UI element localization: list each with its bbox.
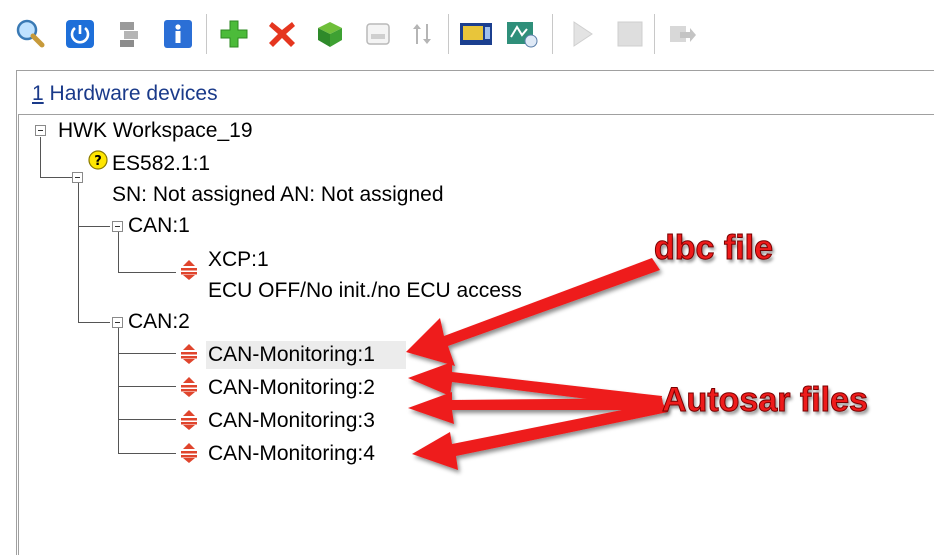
memory-card-icon[interactable] <box>360 16 396 52</box>
tree-node-can-monitoring-1[interactable]: CAN-Monitoring:1 <box>208 343 375 367</box>
toolbar <box>0 0 934 64</box>
hardware-devices-header: 1 Hardware devices <box>32 82 218 106</box>
device-count: 1 <box>32 82 44 105</box>
question-icon: ? <box>88 150 108 170</box>
can-bus-icon <box>180 376 198 398</box>
device-label: Hardware devices <box>43 82 218 105</box>
expand-toggle[interactable] <box>72 172 83 183</box>
search-icon[interactable] <box>12 16 48 52</box>
tree-line <box>118 328 119 454</box>
tree-line <box>118 272 176 273</box>
delete-icon[interactable] <box>264 16 300 52</box>
open-box-icon[interactable] <box>312 16 348 52</box>
export-icon[interactable] <box>664 16 700 52</box>
can-bus-icon <box>180 442 198 464</box>
device-status: SN: Not assigned AN: Not assigned <box>112 183 444 206</box>
tree-node-can-monitoring-4[interactable]: CAN-Monitoring:4 <box>208 442 375 466</box>
xcp-status: ECU OFF/No init./no ECU access <box>208 279 522 302</box>
tree-line <box>118 419 176 420</box>
expand-toggle[interactable] <box>112 317 123 328</box>
add-icon[interactable] <box>216 16 252 52</box>
power-icon[interactable] <box>62 16 98 52</box>
toolbar-separator <box>448 14 449 54</box>
network-config-icon[interactable] <box>504 16 540 52</box>
info-icon[interactable] <box>160 16 196 52</box>
toolbar-separator <box>206 14 207 54</box>
tree-node-root[interactable]: HWK Workspace_19 <box>58 119 253 143</box>
tree-line <box>118 453 176 454</box>
tree-line <box>118 386 176 387</box>
toolbar-separator <box>552 14 553 54</box>
tree-line <box>78 182 79 322</box>
sort-icon[interactable] <box>404 16 440 52</box>
stop-icon[interactable] <box>612 16 648 52</box>
play-icon[interactable] <box>564 16 600 52</box>
hardware-config-icon[interactable] <box>458 16 494 52</box>
tree-node-device[interactable]: ES582.1:1 <box>112 152 210 176</box>
expand-toggle[interactable] <box>112 221 123 232</box>
tree-line <box>118 353 176 354</box>
dbc-file-annotation: dbc file <box>653 229 774 268</box>
can-bus-icon <box>180 343 198 365</box>
tree-node-can2[interactable]: CAN:2 <box>128 310 190 334</box>
tree-line <box>118 232 119 272</box>
tree-node-can1[interactable]: CAN:1 <box>128 214 190 238</box>
autosar-files-annotation: Autosar files <box>662 381 869 420</box>
tree-node-can-monitoring-3[interactable]: CAN-Monitoring:3 <box>208 409 375 433</box>
tree-node-xcp[interactable]: XCP:1 <box>208 248 269 272</box>
can-bus-icon <box>180 409 198 431</box>
tree-line <box>78 226 110 227</box>
tree-line <box>40 137 41 177</box>
svg-text:?: ? <box>94 154 102 169</box>
toolbar-separator <box>654 14 655 54</box>
connect-devices-icon[interactable] <box>112 16 148 52</box>
tree-line <box>78 322 110 323</box>
can-bus-icon <box>180 259 198 281</box>
device-tree <box>18 114 934 555</box>
tree-node-can-monitoring-2[interactable]: CAN-Monitoring:2 <box>208 376 375 400</box>
tree-line <box>40 177 74 178</box>
expand-toggle[interactable] <box>35 125 46 136</box>
